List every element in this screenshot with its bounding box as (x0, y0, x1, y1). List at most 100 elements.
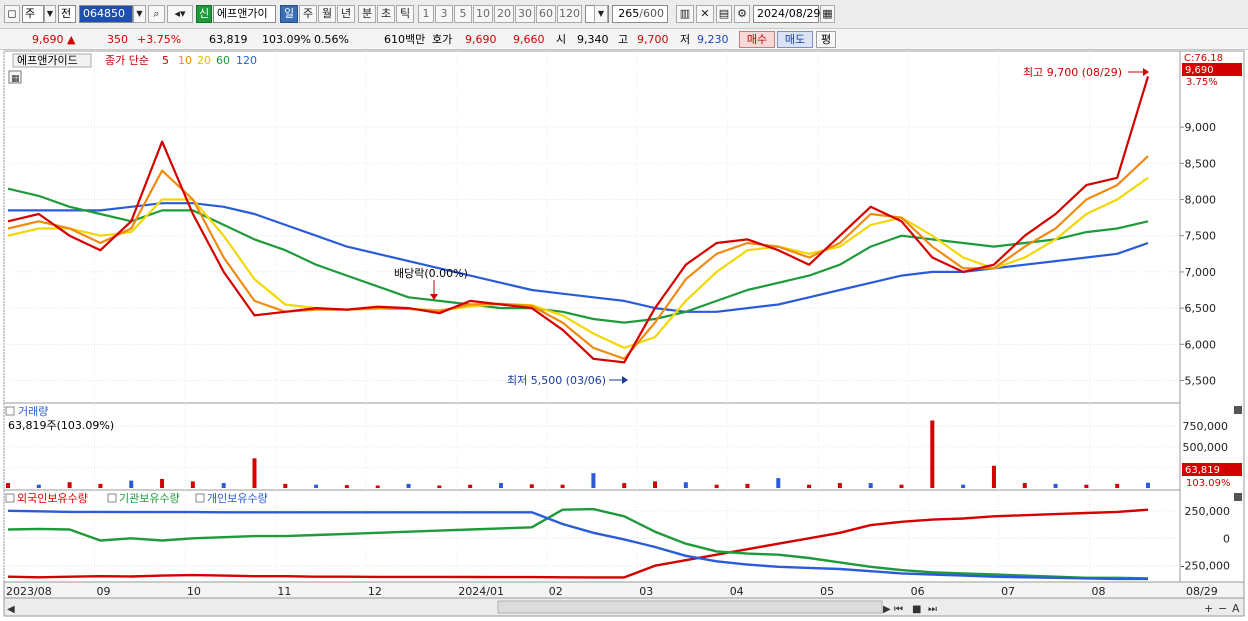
volume-bar (221, 483, 226, 488)
scroll-stop-icon[interactable]: ■ (912, 604, 921, 615)
scroll-last-icon[interactable]: ⏭ (928, 604, 937, 615)
volume-bar (1115, 483, 1120, 488)
quote-bid-ask: 9,690 (465, 33, 497, 46)
mode-label: 전 (61, 7, 72, 20)
volume-bar (591, 473, 596, 488)
period-second[interactable]: 초 (377, 5, 395, 23)
interval-3[interactable]: 3 (435, 5, 453, 23)
period-week-label: 주 (302, 7, 314, 20)
date-field[interactable]: 2024/08/29 (753, 5, 821, 23)
market-dropdown-icon[interactable]: ▼ (44, 5, 56, 23)
scroll-first-icon[interactable]: ⏮ (894, 604, 903, 615)
holder-tick-label: 250,000 (1185, 505, 1231, 518)
interval-5[interactable]: 5 (454, 5, 472, 23)
volume-bar (868, 483, 873, 488)
interval-dropdown-icon[interactable]: ▼ (594, 5, 608, 23)
interval-10[interactable]: 10 (473, 5, 493, 23)
holder-tick-label: -250,000 (1181, 560, 1230, 573)
interval-120-label: 120 (559, 7, 580, 20)
quote-open: 9,340 (577, 33, 609, 46)
price-pane (3, 50, 1181, 404)
current-pct-tag: 3.75% (1186, 77, 1218, 88)
new-badge-label: 신 (198, 7, 210, 20)
search-icon[interactable]: ⌕ (148, 5, 165, 23)
interval-120[interactable]: 120 (557, 5, 582, 23)
volume-bar (498, 483, 503, 488)
volume-pct-tag: 103.09% (1186, 478, 1231, 489)
period-tick[interactable]: 틱 (396, 5, 414, 23)
code-input[interactable]: 064850 (79, 5, 133, 23)
current-price-tag-label: 9,690 (1185, 65, 1214, 76)
volume-bar (622, 483, 627, 488)
zoom-out-icon[interactable]: − (1218, 602, 1227, 615)
volume-bar (560, 484, 565, 488)
holder-pane (3, 489, 1181, 583)
volume-bar (252, 458, 257, 488)
period-year[interactable]: 년 (337, 5, 355, 23)
speaker-icon[interactable]: ◂▾ (167, 5, 193, 23)
price-tick-label: 8,500 (1185, 157, 1217, 170)
volume-tag-label: 63,819 (1185, 465, 1220, 476)
quote-volume: 63,819 (209, 33, 248, 46)
holder-pane-icon[interactable] (5, 493, 15, 503)
save-icon[interactable]: ▤ (716, 5, 732, 23)
x-tick-label: 07 (1001, 585, 1015, 598)
period-month[interactable]: 월 (318, 5, 336, 23)
volume-bar (1146, 482, 1150, 488)
count-max: /600 (639, 7, 664, 20)
scroll-left-icon[interactable]: ◀ (7, 604, 15, 615)
eval-button[interactable]: 평 (816, 31, 836, 48)
zoom-in-icon[interactable]: + (1204, 602, 1213, 615)
scroll-right-icon[interactable]: ▶ (883, 604, 891, 615)
volume-bar (961, 484, 966, 488)
volume-bar (807, 484, 812, 488)
period-minute[interactable]: 분 (358, 5, 376, 23)
top-right-label: C:76.18 (1184, 53, 1223, 64)
volume-bar (529, 484, 534, 488)
period-month-label: 월 (321, 7, 333, 20)
code-dropdown-icon[interactable]: ▼ (133, 5, 146, 23)
buy-button[interactable]: 매수 (739, 31, 775, 48)
interval-60[interactable]: 60 (536, 5, 556, 23)
stock-name: 에프앤가이 (217, 7, 268, 20)
font-size-icon[interactable]: A (1232, 602, 1240, 615)
crosshair-icon[interactable]: ✕ (696, 5, 714, 23)
interval-1[interactable]: 1 (418, 5, 434, 23)
eval-button-label: 평 (820, 33, 832, 46)
count-field[interactable]: 265/600 (612, 5, 668, 23)
volume-bar (406, 483, 411, 488)
gear-icon[interactable]: ⚙ (734, 5, 750, 23)
volume-bar (98, 483, 103, 488)
x-tick-label: 11 (277, 585, 291, 598)
volume-bar (375, 485, 380, 488)
scrollbar-thumb[interactable] (497, 600, 883, 614)
candle-icon[interactable]: ▥ (676, 5, 694, 23)
volume-bar (899, 484, 904, 488)
volume-bar (314, 484, 319, 488)
volume-bar (129, 480, 134, 488)
market-select[interactable]: 주 (22, 5, 44, 23)
calendar-icon[interactable]: ▦ (820, 5, 835, 23)
stock-name-label: 에프앤가이드 (17, 54, 78, 67)
mode-select[interactable]: 전 (58, 5, 76, 23)
volume-tick-label: 750,000 (1183, 420, 1229, 433)
holder-pane-close-icon[interactable] (1234, 493, 1242, 501)
date-value: 2024/08/29 (757, 7, 821, 20)
interval-20-label: 20 (497, 7, 511, 20)
quote-change: 350 (107, 33, 128, 46)
period-day[interactable]: 일 (280, 5, 298, 23)
window-icon[interactable]: ◻ (4, 5, 20, 23)
sell-button[interactable]: 매도 (777, 31, 813, 48)
interval-30[interactable]: 30 (515, 5, 535, 23)
period-week[interactable]: 주 (299, 5, 317, 23)
volume-bar (991, 465, 996, 488)
period-day-label: 일 (283, 7, 295, 20)
interval-20[interactable]: 20 (494, 5, 514, 23)
volume-pane-icon[interactable] (5, 406, 15, 416)
x-tick-label: 2023/08 (6, 585, 52, 598)
stock-name-field: 에프앤가이 (213, 5, 276, 23)
volume-pane-close-icon[interactable] (1234, 406, 1242, 414)
x-tick-label: 04 (730, 585, 744, 598)
price-tick-label: 6,500 (1185, 302, 1217, 315)
x-tick-label: 03 (639, 585, 653, 598)
